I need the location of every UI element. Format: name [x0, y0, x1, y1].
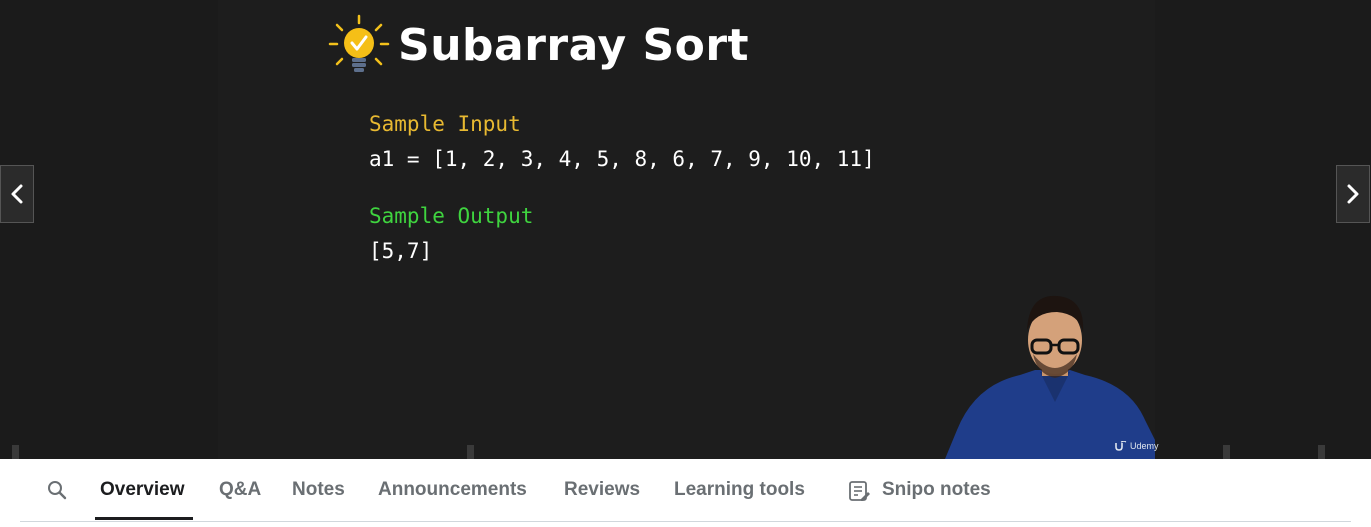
presenter-webcam: [945, 295, 1155, 459]
previous-lecture-button[interactable]: [0, 165, 34, 223]
progress-marker: [12, 445, 19, 459]
slide-title: Subarray Sort: [398, 19, 750, 71]
next-lecture-button[interactable]: [1336, 165, 1370, 223]
sample-output-label: Sample Output: [369, 204, 534, 228]
active-tab-indicator: [95, 517, 193, 520]
watermark-text: Udemy: [1130, 441, 1159, 451]
tab-overview[interactable]: Overview: [100, 479, 185, 501]
progress-marker: [467, 445, 474, 459]
tab-learning-tools[interactable]: Learning tools: [674, 479, 805, 501]
tab-notes[interactable]: Notes: [292, 479, 345, 501]
chevron-right-icon: [1347, 184, 1359, 204]
tab-reviews[interactable]: Reviews: [564, 479, 640, 501]
video-player[interactable]: Subarray Sort Sample Input a1 = [1, 2, 3…: [0, 0, 1371, 459]
tab-announcements[interactable]: Announcements: [378, 479, 527, 501]
notes-icon: [849, 481, 870, 501]
chevron-left-icon: [11, 184, 23, 204]
tab-snipo-notes[interactable]: Snipo notes: [882, 479, 991, 501]
lightbulb-icon: [328, 14, 390, 72]
sample-input-value: a1 = [1, 2, 3, 4, 5, 8, 6, 7, 9, 10, 11]: [369, 147, 875, 171]
tab-qa[interactable]: Q&A: [219, 479, 261, 501]
progress-marker: [1318, 445, 1325, 459]
video-left-margin: [0, 0, 218, 459]
course-tab-bar: Overview Q&A Notes Announcements Reviews…: [20, 459, 1351, 522]
udemy-watermark: Udemy: [1115, 441, 1159, 451]
sample-input-label: Sample Input: [369, 112, 521, 136]
slide-title-row: Subarray Sort: [328, 10, 749, 80]
sample-output-value: [5,7]: [369, 239, 433, 263]
udemy-logo-icon: [1115, 441, 1127, 451]
search-icon[interactable]: [46, 479, 68, 501]
progress-marker: [1223, 445, 1230, 459]
video-right-margin: [1155, 0, 1371, 459]
